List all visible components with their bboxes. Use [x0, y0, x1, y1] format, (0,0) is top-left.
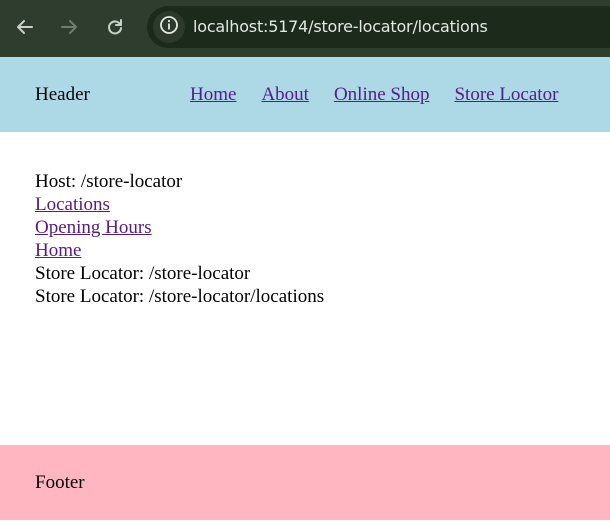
store-locator-path-text: Store Locator: /store-locator	[35, 263, 251, 284]
header-title: Header	[35, 84, 90, 105]
main-content: Host: /store-locator Locations Opening H…	[35, 170, 324, 308]
store-locator-locations-path-text: Store Locator: /store-locator/locations	[35, 286, 325, 307]
site-info-button[interactable]	[153, 11, 185, 43]
host-text: Host: /store-locator	[35, 171, 183, 192]
site-header: Header Home About Online Shop Store Loca…	[0, 57, 610, 132]
nav-link-online-shop[interactable]: Online Shop	[334, 84, 430, 106]
locations-link[interactable]: Locations	[35, 194, 110, 215]
arrow-left-icon	[15, 17, 35, 37]
home-link[interactable]: Home	[35, 240, 81, 261]
browser-toolbar: localhost:5174/store-locator/locations	[0, 0, 610, 57]
site-footer: Footer	[0, 445, 610, 520]
back-button[interactable]	[13, 14, 37, 40]
address-bar[interactable]: localhost:5174/store-locator/locations	[147, 6, 610, 48]
reload-button[interactable]	[103, 14, 127, 40]
main-nav: Home About Online Shop Store Locator	[190, 84, 558, 106]
opening-hours-link[interactable]: Opening Hours	[35, 217, 152, 238]
info-icon	[159, 15, 179, 40]
url-text[interactable]: localhost:5174/store-locator/locations	[193, 17, 488, 36]
nav-link-about[interactable]: About	[261, 84, 309, 106]
arrow-right-icon	[59, 17, 79, 37]
footer-text: Footer	[35, 472, 85, 493]
nav-link-home[interactable]: Home	[190, 84, 236, 106]
nav-link-store-locator[interactable]: Store Locator	[454, 84, 558, 106]
reload-icon	[105, 17, 125, 37]
forward-button[interactable]	[57, 14, 81, 40]
